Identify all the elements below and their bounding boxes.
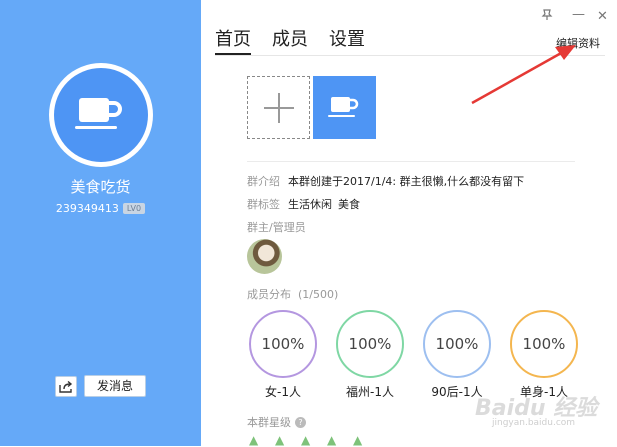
stat-circle: 100%	[249, 310, 317, 378]
avatar-background	[54, 68, 148, 162]
distribution-title: 成员分布	[247, 288, 291, 301]
group-avatar[interactable]	[49, 63, 153, 167]
star-icon: ▲	[353, 433, 363, 447]
stat-gender[interactable]: 100% 女-1人	[249, 310, 317, 400]
stat-label: 福州-1人	[346, 385, 394, 399]
section-divider	[247, 161, 575, 162]
stat-relationship[interactable]: 100% 单身-1人	[510, 310, 578, 400]
group-sidebar: 美食吃货 239349413 LV0 发消息	[0, 0, 201, 446]
stat-region[interactable]: 100% 福州-1人	[336, 310, 404, 400]
admin-avatar[interactable]	[247, 239, 282, 274]
tag-item[interactable]: 美食	[338, 198, 360, 211]
level-badge: LV0	[122, 203, 146, 214]
tab-settings[interactable]: 设置	[329, 25, 365, 55]
coffee-cup-icon	[327, 96, 358, 117]
distribution-total: (1/500)	[298, 288, 339, 301]
edit-profile-link[interactable]: 编辑资料	[556, 35, 600, 51]
admins-label: 群主/管理员	[247, 221, 306, 234]
help-icon[interactable]: ?	[295, 417, 306, 428]
pin-button[interactable]	[541, 9, 553, 25]
tag-item[interactable]: 生活休闲	[288, 198, 332, 211]
add-photo-button[interactable]	[247, 76, 310, 139]
minimize-button[interactable]: —	[572, 7, 585, 22]
group-name: 美食吃货	[70, 178, 131, 196]
send-message-button[interactable]: 发消息	[84, 375, 146, 397]
pin-icon	[541, 9, 553, 20]
share-button[interactable]	[55, 376, 77, 397]
group-intro-row: 群介绍 本群创建于2017/1/4: 群主很懒,什么都没有留下	[247, 173, 524, 189]
group-id: 239349413	[55, 202, 119, 215]
stat-circle: 100%	[423, 310, 491, 378]
stat-label: 女-1人	[265, 385, 301, 399]
group-id-line: 239349413 LV0	[0, 202, 201, 215]
group-photo[interactable]	[313, 76, 376, 139]
watermark-url: jingyan.baidu.com	[492, 418, 576, 428]
stat-circle: 100%	[336, 310, 404, 378]
distribution-label: 成员分布 (1/500)	[247, 286, 338, 302]
tags-label: 群标签	[247, 198, 280, 211]
share-icon	[59, 380, 73, 393]
main-tabs: 首页 成员 设置	[215, 25, 386, 55]
stat-circle: 100%	[510, 310, 578, 378]
stat-age[interactable]: 100% 90后-1人	[423, 310, 491, 400]
intro-text: 本群创建于2017/1/4: 群主很懒,什么都没有留下	[288, 175, 525, 188]
tab-divider	[215, 55, 605, 56]
star-rating: ▲ ▲ ▲ ▲ ▲	[249, 434, 368, 446]
star-icon: ▲	[249, 433, 259, 447]
star-icon: ▲	[275, 433, 285, 447]
rating-label: 本群星级	[247, 416, 291, 429]
close-button[interactable]: ✕	[597, 9, 608, 24]
group-tags-row: 群标签 生活休闲 美食	[247, 196, 366, 212]
star-icon: ▲	[301, 433, 311, 447]
star-icon: ▲	[327, 433, 337, 447]
tab-members[interactable]: 成员	[272, 25, 308, 55]
plus-icon-vertical	[278, 93, 280, 123]
tab-home[interactable]: 首页	[215, 25, 251, 55]
intro-label: 群介绍	[247, 175, 280, 188]
coffee-cup-icon	[75, 98, 122, 129]
rating-label-row: 本群星级?	[247, 414, 306, 430]
